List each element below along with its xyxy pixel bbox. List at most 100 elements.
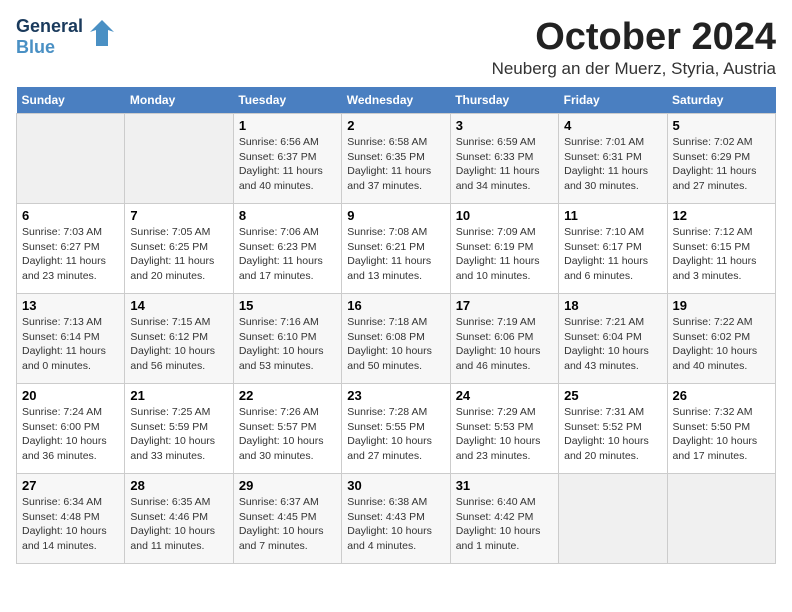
day-number: 31 <box>456 478 553 493</box>
calendar-table: SundayMondayTuesdayWednesdayThursdayFrid… <box>16 87 776 564</box>
day-number: 10 <box>456 208 553 223</box>
day-number: 4 <box>564 118 661 133</box>
day-cell-2-6: 19 Sunrise: 7:22 AM Sunset: 6:02 PM Dayli… <box>667 294 775 384</box>
day-cell-2-4: 17 Sunrise: 7:19 AM Sunset: 6:06 PM Dayli… <box>450 294 558 384</box>
day-number: 12 <box>673 208 770 223</box>
day-cell-0-2: 1 Sunrise: 6:56 AM Sunset: 6:37 PM Daylig… <box>233 114 341 204</box>
day-number: 29 <box>239 478 336 493</box>
day-cell-0-4: 3 Sunrise: 6:59 AM Sunset: 6:33 PM Daylig… <box>450 114 558 204</box>
day-info: Sunrise: 7:08 AM Sunset: 6:21 PM Dayligh… <box>347 225 444 284</box>
day-cell-3-0: 20 Sunrise: 7:24 AM Sunset: 6:00 PM Dayli… <box>17 384 125 474</box>
calendar-header-row: SundayMondayTuesdayWednesdayThursdayFrid… <box>17 87 776 114</box>
header-wednesday: Wednesday <box>342 87 450 114</box>
day-cell-3-2: 22Sunrise: 7:26 AM Sunset: 5:57 PM Dayli… <box>233 384 341 474</box>
header-thursday: Thursday <box>450 87 558 114</box>
day-info: Sunrise: 7:05 AM Sunset: 6:25 PM Dayligh… <box>130 225 227 284</box>
header-monday: Monday <box>125 87 233 114</box>
day-cell-1-1: 7Sunrise: 7:05 AM Sunset: 6:25 PM Daylig… <box>125 204 233 294</box>
day-info: Sunrise: 7:15 AM Sunset: 6:12 PM Dayligh… <box>130 315 227 374</box>
day-cell-1-3: 9 Sunrise: 7:08 AM Sunset: 6:21 PM Daylig… <box>342 204 450 294</box>
logo-blue: Blue <box>16 37 83 58</box>
day-info: Sunrise: 7:29 AM Sunset: 5:53 PM Dayligh… <box>456 405 553 464</box>
day-number: 22 <box>239 388 336 403</box>
day-number: 5 <box>673 118 770 133</box>
title-block: October 2024 Neuberg an der Muerz, Styri… <box>492 16 776 79</box>
day-cell-2-2: 15 Sunrise: 7:16 AM Sunset: 6:10 PM Dayli… <box>233 294 341 384</box>
day-info: Sunrise: 6:34 AM Sunset: 4:48 PM Dayligh… <box>22 495 119 554</box>
day-number: 27 <box>22 478 119 493</box>
day-number: 3 <box>456 118 553 133</box>
day-cell-1-2: 8 Sunrise: 7:06 AM Sunset: 6:23 PM Daylig… <box>233 204 341 294</box>
day-cell-4-6 <box>667 474 775 564</box>
day-info: Sunrise: 7:21 AM Sunset: 6:04 PM Dayligh… <box>564 315 661 374</box>
day-number: 20 <box>22 388 119 403</box>
day-cell-2-1: 14Sunrise: 7:15 AM Sunset: 6:12 PM Dayli… <box>125 294 233 384</box>
day-info: Sunrise: 7:06 AM Sunset: 6:23 PM Dayligh… <box>239 225 336 284</box>
day-number: 8 <box>239 208 336 223</box>
day-cell-4-2: 29 Sunrise: 6:37 AM Sunset: 4:45 PM Dayli… <box>233 474 341 564</box>
day-number: 15 <box>239 298 336 313</box>
day-cell-1-6: 12 Sunrise: 7:12 AM Sunset: 6:15 PM Dayli… <box>667 204 775 294</box>
day-number: 1 <box>239 118 336 133</box>
day-info: Sunrise: 6:59 AM Sunset: 6:33 PM Dayligh… <box>456 135 553 194</box>
day-info: Sunrise: 7:24 AM Sunset: 6:00 PM Dayligh… <box>22 405 119 464</box>
day-number: 19 <box>673 298 770 313</box>
logo-icon <box>88 18 116 55</box>
day-number: 6 <box>22 208 119 223</box>
day-number: 25 <box>564 388 661 403</box>
day-cell-1-0: 6 Sunrise: 7:03 AM Sunset: 6:27 PM Daylig… <box>17 204 125 294</box>
day-number: 28 <box>130 478 227 493</box>
day-number: 21 <box>130 388 227 403</box>
day-cell-1-5: 11 Sunrise: 7:10 AM Sunset: 6:17 PM Dayli… <box>559 204 667 294</box>
day-info: Sunrise: 6:35 AM Sunset: 4:46 PM Dayligh… <box>130 495 227 554</box>
day-info: Sunrise: 7:28 AM Sunset: 5:55 PM Dayligh… <box>347 405 444 464</box>
day-info: Sunrise: 7:02 AM Sunset: 6:29 PM Dayligh… <box>673 135 770 194</box>
day-cell-2-0: 13 Sunrise: 7:13 AM Sunset: 6:14 PM Dayli… <box>17 294 125 384</box>
day-cell-3-1: 21 Sunrise: 7:25 AM Sunset: 5:59 PM Dayli… <box>125 384 233 474</box>
day-cell-4-0: 27 Sunrise: 6:34 AM Sunset: 4:48 PM Dayli… <box>17 474 125 564</box>
day-info: Sunrise: 7:32 AM Sunset: 5:50 PM Dayligh… <box>673 405 770 464</box>
day-cell-3-6: 26 Sunrise: 7:32 AM Sunset: 5:50 PM Dayli… <box>667 384 775 474</box>
header-tuesday: Tuesday <box>233 87 341 114</box>
day-info: Sunrise: 7:12 AM Sunset: 6:15 PM Dayligh… <box>673 225 770 284</box>
day-number: 18 <box>564 298 661 313</box>
day-cell-0-3: 2Sunrise: 6:58 AM Sunset: 6:35 PM Daylig… <box>342 114 450 204</box>
day-number: 26 <box>673 388 770 403</box>
day-info: Sunrise: 7:01 AM Sunset: 6:31 PM Dayligh… <box>564 135 661 194</box>
day-info: Sunrise: 7:25 AM Sunset: 5:59 PM Dayligh… <box>130 405 227 464</box>
day-info: Sunrise: 7:13 AM Sunset: 6:14 PM Dayligh… <box>22 315 119 374</box>
day-cell-4-4: 31 Sunrise: 6:40 AM Sunset: 4:42 PM Dayli… <box>450 474 558 564</box>
day-info: Sunrise: 7:16 AM Sunset: 6:10 PM Dayligh… <box>239 315 336 374</box>
week-row-3: 13 Sunrise: 7:13 AM Sunset: 6:14 PM Dayli… <box>17 294 776 384</box>
day-cell-2-3: 16Sunrise: 7:18 AM Sunset: 6:08 PM Dayli… <box>342 294 450 384</box>
page-subtitle: Neuberg an der Muerz, Styria, Austria <box>492 59 776 79</box>
day-cell-4-3: 30Sunrise: 6:38 AM Sunset: 4:43 PM Dayli… <box>342 474 450 564</box>
week-row-5: 27 Sunrise: 6:34 AM Sunset: 4:48 PM Dayli… <box>17 474 776 564</box>
day-info: Sunrise: 7:10 AM Sunset: 6:17 PM Dayligh… <box>564 225 661 284</box>
logo-general: General <box>16 16 83 37</box>
day-number: 13 <box>22 298 119 313</box>
header-friday: Friday <box>559 87 667 114</box>
day-info: Sunrise: 7:22 AM Sunset: 6:02 PM Dayligh… <box>673 315 770 374</box>
header: General Blue October 2024 Neuberg an der… <box>16 16 776 79</box>
day-number: 24 <box>456 388 553 403</box>
day-number: 11 <box>564 208 661 223</box>
day-info: Sunrise: 6:56 AM Sunset: 6:37 PM Dayligh… <box>239 135 336 194</box>
week-row-4: 20 Sunrise: 7:24 AM Sunset: 6:00 PM Dayli… <box>17 384 776 474</box>
day-number: 17 <box>456 298 553 313</box>
logo: General Blue <box>16 16 116 57</box>
day-cell-4-5 <box>559 474 667 564</box>
day-info: Sunrise: 6:40 AM Sunset: 4:42 PM Dayligh… <box>456 495 553 554</box>
day-info: Sunrise: 6:58 AM Sunset: 6:35 PM Dayligh… <box>347 135 444 194</box>
day-number: 9 <box>347 208 444 223</box>
page-title: October 2024 <box>492 16 776 59</box>
day-cell-3-3: 23 Sunrise: 7:28 AM Sunset: 5:55 PM Dayli… <box>342 384 450 474</box>
day-info: Sunrise: 6:37 AM Sunset: 4:45 PM Dayligh… <box>239 495 336 554</box>
day-number: 23 <box>347 388 444 403</box>
day-cell-3-4: 24 Sunrise: 7:29 AM Sunset: 5:53 PM Dayli… <box>450 384 558 474</box>
header-saturday: Saturday <box>667 87 775 114</box>
day-cell-0-1 <box>125 114 233 204</box>
day-info: Sunrise: 7:19 AM Sunset: 6:06 PM Dayligh… <box>456 315 553 374</box>
day-cell-1-4: 10Sunrise: 7:09 AM Sunset: 6:19 PM Dayli… <box>450 204 558 294</box>
day-info: Sunrise: 7:03 AM Sunset: 6:27 PM Dayligh… <box>22 225 119 284</box>
